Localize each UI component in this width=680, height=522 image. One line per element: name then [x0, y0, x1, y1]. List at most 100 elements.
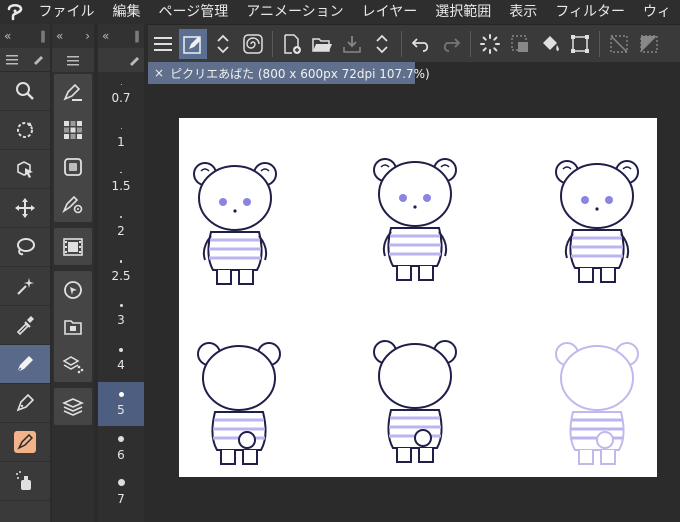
layer-property-button[interactable] — [54, 345, 92, 382]
material-button[interactable] — [54, 308, 92, 345]
transform-button[interactable] — [566, 29, 594, 59]
menu-lines-icon-2[interactable] — [67, 51, 79, 70]
close-tab-icon[interactable]: × — [154, 66, 164, 80]
brush-size-row[interactable]: 1.5 — [98, 161, 144, 205]
panel-grip-icon: ∥ — [40, 29, 46, 43]
chevron-updown-icon-2 — [376, 34, 388, 53]
select-outside-button[interactable] — [506, 29, 534, 59]
brush-size-row[interactable]: 6 — [98, 426, 144, 470]
airbrush-icon — [16, 471, 31, 490]
sub-group-1 — [54, 74, 92, 222]
command-bar — [148, 24, 680, 62]
open-file-button[interactable] — [308, 29, 336, 59]
fill-button[interactable] — [536, 29, 564, 59]
brush-size-row[interactable]: 3 — [98, 293, 144, 337]
brush-size-label: 6 — [117, 447, 125, 462]
brush-size-row[interactable]: 0.7 — [98, 72, 144, 116]
pen-small-icon-2 — [128, 51, 140, 70]
move-tool[interactable] — [0, 111, 50, 150]
collapse-left-icon[interactable]: « — [4, 29, 11, 43]
eyedropper-tool[interactable] — [0, 306, 50, 345]
spinner-icon — [480, 33, 500, 54]
collapse-left-icon-2[interactable]: « — [56, 29, 63, 43]
spiral-icon — [243, 33, 263, 54]
clear-selection-button[interactable] — [605, 29, 633, 59]
brush-size-row[interactable]: 4 — [98, 338, 144, 382]
rotate-view-icon — [17, 122, 33, 138]
layer-button[interactable] — [54, 388, 92, 425]
menu-file[interactable]: ファイル — [29, 0, 103, 24]
edit-mode-button[interactable] — [179, 28, 207, 59]
brush-color-swatch — [14, 431, 36, 453]
color-grid-icon — [64, 120, 82, 139]
updown-button[interactable] — [209, 29, 237, 59]
animation-button[interactable] — [54, 228, 92, 265]
canvas-area[interactable] — [148, 84, 680, 522]
toolbar-separator — [599, 30, 600, 57]
menu-window[interactable]: ウィ — [634, 0, 680, 24]
brush-size-row-selected[interactable]: 5 — [98, 382, 144, 427]
zoom-tool[interactable] — [0, 72, 50, 111]
menu-view[interactable]: 表示 — [500, 0, 546, 24]
sub-group-4 — [54, 388, 92, 425]
collapse-left-icon-3[interactable]: « — [102, 29, 109, 43]
menu-lines-icon[interactable] — [6, 50, 18, 69]
brush-size-row[interactable]: 2 — [98, 205, 144, 249]
selection-tool[interactable] — [0, 228, 50, 267]
bear-figure — [372, 157, 458, 282]
brush-size-header — [98, 48, 144, 72]
brush-size-label: 3 — [117, 313, 125, 328]
document-tab[interactable]: × ピクリエあばた (800 x 600px 72dpi 107.7%) — [148, 62, 430, 84]
color-set-button[interactable] — [54, 111, 92, 148]
sub-tool-header — [52, 48, 94, 72]
menu-layer[interactable]: レイヤー — [353, 0, 427, 24]
brush-size-palette: 0.7 1 1.5 2 2.5 3 4 5 6 7 — [98, 48, 144, 522]
size-dot — [120, 83, 122, 85]
save-button[interactable] — [338, 29, 366, 59]
layers-icon — [62, 397, 84, 416]
undo-icon — [411, 37, 429, 52]
brush-size-row[interactable]: 1 — [98, 116, 144, 160]
collapse-right-icon[interactable]: › — [85, 29, 90, 43]
layer-move-tool[interactable] — [0, 189, 50, 228]
pen-config-button[interactable] — [54, 185, 92, 222]
square-frame-icon — [64, 157, 82, 176]
menu-edit[interactable]: 編集 — [103, 0, 149, 24]
pen-tool[interactable] — [0, 345, 50, 384]
auto-select-tool[interactable] — [0, 267, 50, 306]
updown-button-2[interactable] — [368, 29, 396, 59]
tool-palette-header — [0, 48, 50, 72]
menu-animation[interactable]: アニメーション — [237, 0, 352, 24]
pencil-tool[interactable] — [0, 384, 50, 423]
redo-button[interactable] — [437, 29, 465, 59]
pen-gear-icon — [62, 195, 83, 213]
brush-tool[interactable] — [0, 423, 50, 462]
spiral-button[interactable] — [239, 29, 267, 59]
bear-figure — [196, 341, 282, 466]
new-file-button[interactable] — [278, 29, 306, 59]
brush-size-row[interactable]: 2.5 — [98, 249, 144, 293]
material-folder-icon — [64, 319, 82, 335]
app-logo-icon[interactable] — [0, 0, 29, 24]
main-menu-button[interactable] — [149, 29, 177, 59]
toolpanel-collapse-bar: « ∥ — [0, 24, 50, 48]
redo-icon — [443, 37, 461, 52]
operation-tool[interactable] — [0, 150, 50, 189]
navigator-icon — [64, 280, 82, 299]
menu-filter[interactable]: フィルター — [546, 0, 634, 24]
invert-selection-button[interactable] — [635, 29, 663, 59]
menu-page[interactable]: ページ管理 — [149, 0, 237, 24]
loading-button[interactable] — [476, 29, 504, 59]
intermediate-color-button[interactable] — [54, 148, 92, 185]
transform-frame-icon — [571, 34, 589, 53]
navigator-button[interactable] — [54, 271, 92, 308]
size-dot — [120, 127, 122, 129]
menu-selection[interactable]: 選択範囲 — [426, 0, 500, 24]
brush-size-row[interactable]: 7 — [98, 471, 144, 515]
undo-button[interactable] — [407, 29, 435, 59]
tool-property-button[interactable] — [54, 74, 92, 111]
size-dot — [119, 347, 123, 352]
canvas-paper[interactable] — [179, 118, 657, 477]
sub-group-3 — [54, 271, 92, 382]
airbrush-tool[interactable] — [0, 462, 50, 501]
